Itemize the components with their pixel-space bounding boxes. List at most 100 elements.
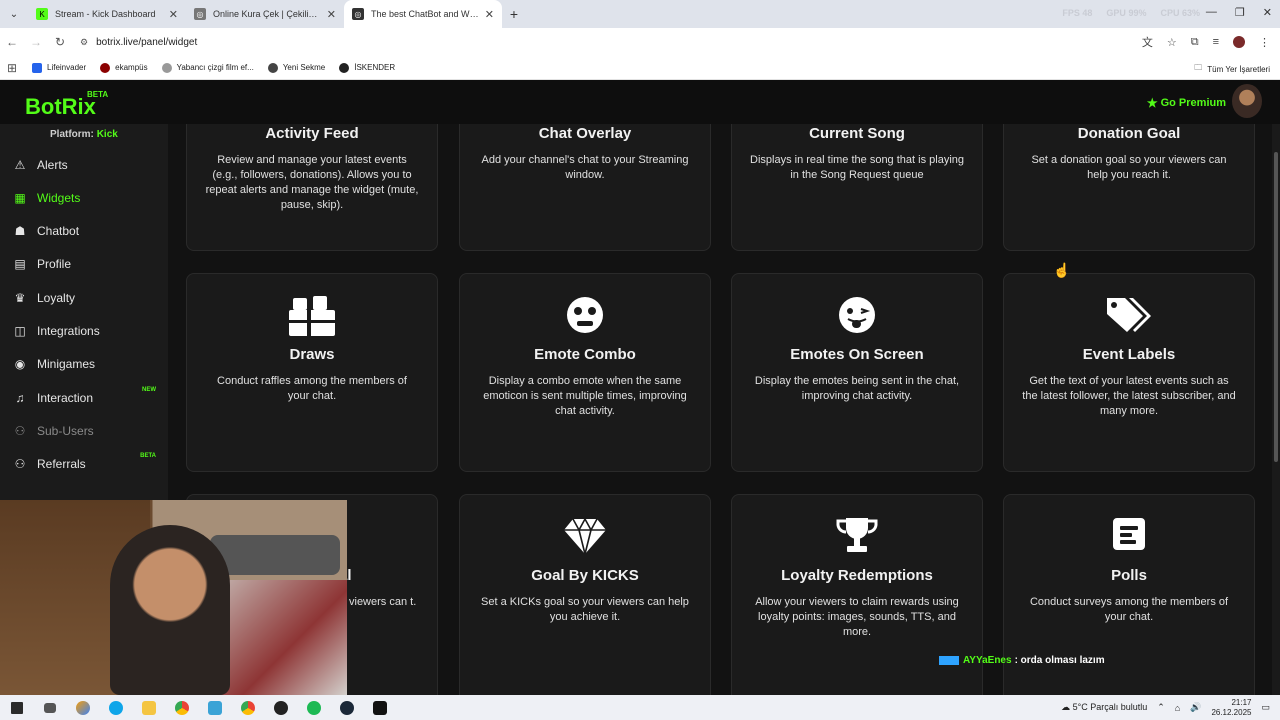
close-window-icon[interactable]: ✕ [1263,6,1272,19]
bookmark-lifeinvader[interactable]: Lifeinvader [32,62,86,73]
surprised-face-icon [460,296,710,336]
integrations-icon: ◫ [14,324,26,338]
tab-botrix[interactable]: ◎ The best ChatBot and Widgets ✕ [344,0,502,28]
windows-start-icon[interactable] [0,695,33,720]
sidebar-item-chatbot[interactable]: ☗ Chatbot [12,220,162,242]
sidebar-item-interaction[interactable]: ♫ Interaction NEW [12,387,162,409]
sidebar-item-alerts[interactable]: ⚠ Alerts [12,154,162,176]
bookmark-iskender[interactable]: İSKENDER [339,62,396,73]
widget-description: Conduct raffles among the members of you… [217,375,407,402]
tab-kick-dashboard[interactable]: K Stream - Kick Dashboard ✕ [28,0,186,28]
go-premium-button[interactable]: ★ Go Premium [1147,96,1226,110]
chrome-icon[interactable] [165,695,198,720]
copilot-icon[interactable] [66,695,99,720]
user-avatar[interactable] [1232,84,1262,118]
tray-chevron-icon[interactable]: ⌃ [1157,702,1165,713]
bookmark-new-tab[interactable]: Yeni Sekme [267,62,326,73]
fps-value: 48 [1082,8,1093,18]
minimize-icon[interactable]: — [1206,6,1217,19]
bookmark-star-icon[interactable]: ☆ [1167,36,1177,49]
all-bookmarks[interactable]: 🗀 Tüm Yer İşaretleri [1194,62,1270,76]
lifeinvader-icon [32,62,42,73]
task-view-icon[interactable] [33,695,66,720]
platform-label: Platform: [50,129,94,140]
media-icon[interactable]: ≡ [1213,36,1219,48]
widget-card-emote-combo[interactable]: Emote Combo Display a combo emote when t… [459,273,711,472]
sidebar-item-label: Alerts [37,158,68,172]
sidebar-item-sub-users[interactable]: ⚇ Sub-Users [12,420,162,442]
cpu-value: 63% [1181,8,1200,18]
sidebar-item-loyalty[interactable]: ♛ Loyalty [12,287,162,309]
trophy-icon: ♛ [14,291,26,305]
webcam-streamer [110,525,230,695]
close-icon[interactable]: ✕ [169,8,178,21]
taskbar-clock[interactable]: 21:17 26.12.2025 [1211,698,1251,718]
forward-arrow-icon[interactable]: → [24,35,48,49]
steam-icon[interactable] [330,695,363,720]
referrals-icon: ⚇ [14,457,26,471]
sidebar-item-profile[interactable]: ▤ Profile [12,253,162,275]
back-arrow-icon[interactable]: ← [0,35,24,49]
bookmark-label: İSKENDER [354,63,396,72]
tab-kura-cek[interactable]: ◎ Online Kura Çek | Çekiliş Yap ✕ [186,0,344,28]
app-icon[interactable] [198,695,231,720]
bookmark-label: Yeni Sekme [282,63,326,72]
spotify-icon[interactable] [297,695,330,720]
globe-icon [267,62,278,73]
apps-grid-icon[interactable]: ⊞ [0,61,24,75]
volume-icon[interactable]: 🔊 [1190,702,1201,713]
weather-widget[interactable]: ☁ 5°C Parçalı bulutlu [1061,702,1147,713]
reload-icon[interactable]: ↻ [48,35,72,49]
menu-icon[interactable]: ⋮ [1259,36,1270,49]
tags-icon [1004,296,1254,336]
widget-card-activity-feed[interactable]: Activity Feed Review and manage your lat… [186,124,438,251]
sidebar-item-label: Profile [37,257,72,271]
notifications-icon[interactable]: ▭ [1261,702,1270,713]
botrix-logo[interactable]: BotRix [25,94,96,120]
star-icon: ★ [1146,96,1158,110]
page-scrollbar[interactable] [1272,124,1280,695]
close-icon[interactable]: ✕ [327,8,336,21]
translate-icon[interactable]: 文 [1142,34,1153,50]
scrollbar-thumb[interactable] [1274,152,1278,462]
window-controls: — ❐ ✕ [1206,6,1272,19]
widget-card-event-labels[interactable]: Event Labels Get the text of your latest… [1003,273,1255,472]
tab-search-button[interactable]: ⌄ [0,0,28,28]
obs-icon[interactable] [264,695,297,720]
profile-avatar[interactable] [1233,36,1245,48]
sidebar-item-integrations[interactable]: ◫ Integrations [12,320,162,342]
maximize-icon[interactable]: ❐ [1235,6,1245,19]
sidebar-item-referrals[interactable]: ⚇ Referrals BETA [12,453,162,475]
widget-card-goal-by-kicks[interactable]: Goal By KICKS Set a KICKs goal so your v… [459,494,711,695]
site-info-icon[interactable]: ⚙ [80,37,88,48]
sidebar-item-widgets[interactable]: ▦ Widgets [12,187,162,209]
edge-icon[interactable] [99,695,132,720]
widget-description: Allow your viewers to claim rewards usin… [755,596,959,638]
chat-badge-icon [939,656,959,665]
music-icon: ♫ [15,391,25,405]
close-icon[interactable]: ✕ [485,8,494,21]
system-tray: ☁ 5°C Parçalı bulutlu ⌃ ⌂ 🔊 21:17 26.12.… [1061,695,1270,720]
widget-card-donation-goal[interactable]: Donation Goal Set a donation goal so you… [1003,124,1255,251]
network-icon[interactable]: ⌂ [1175,703,1180,713]
sidebar-item-label: Sub-Users [37,424,94,438]
widget-card-draws[interactable]: Draws Conduct raffles among the members … [186,273,438,472]
tab-title: Stream - Kick Dashboard [55,9,156,19]
iskender-icon [339,62,350,73]
bookmark-cartoon[interactable]: Yabancı çizgi film ef... [161,62,254,73]
widget-card-chat-overlay[interactable]: Chat Overlay Add your channel's chat to … [459,124,711,251]
kick-favicon-icon: K [36,8,48,20]
widget-card-current-song[interactable]: Current Song Displays in real time the s… [731,124,983,251]
new-tab-button[interactable]: + [502,0,526,28]
platform-indicator: Platform: Kick [50,129,118,140]
file-explorer-icon[interactable] [132,695,165,720]
game-app-icon[interactable] [363,695,396,720]
chrome-active-icon[interactable] [231,695,264,720]
bookmark-ekampus[interactable]: ekampüs [100,62,148,73]
extensions-icon[interactable]: ⧉ [1191,36,1199,49]
widget-card-emotes-on-screen[interactable]: Emotes On Screen Display the emotes bein… [731,273,983,472]
url-field[interactable]: ⚙ botrix.live/panel/widget [80,37,197,48]
ekampus-icon [100,62,111,73]
gpu-label: GPU [1106,8,1126,18]
sidebar-item-minigames[interactable]: ◉ Minigames [12,353,162,375]
